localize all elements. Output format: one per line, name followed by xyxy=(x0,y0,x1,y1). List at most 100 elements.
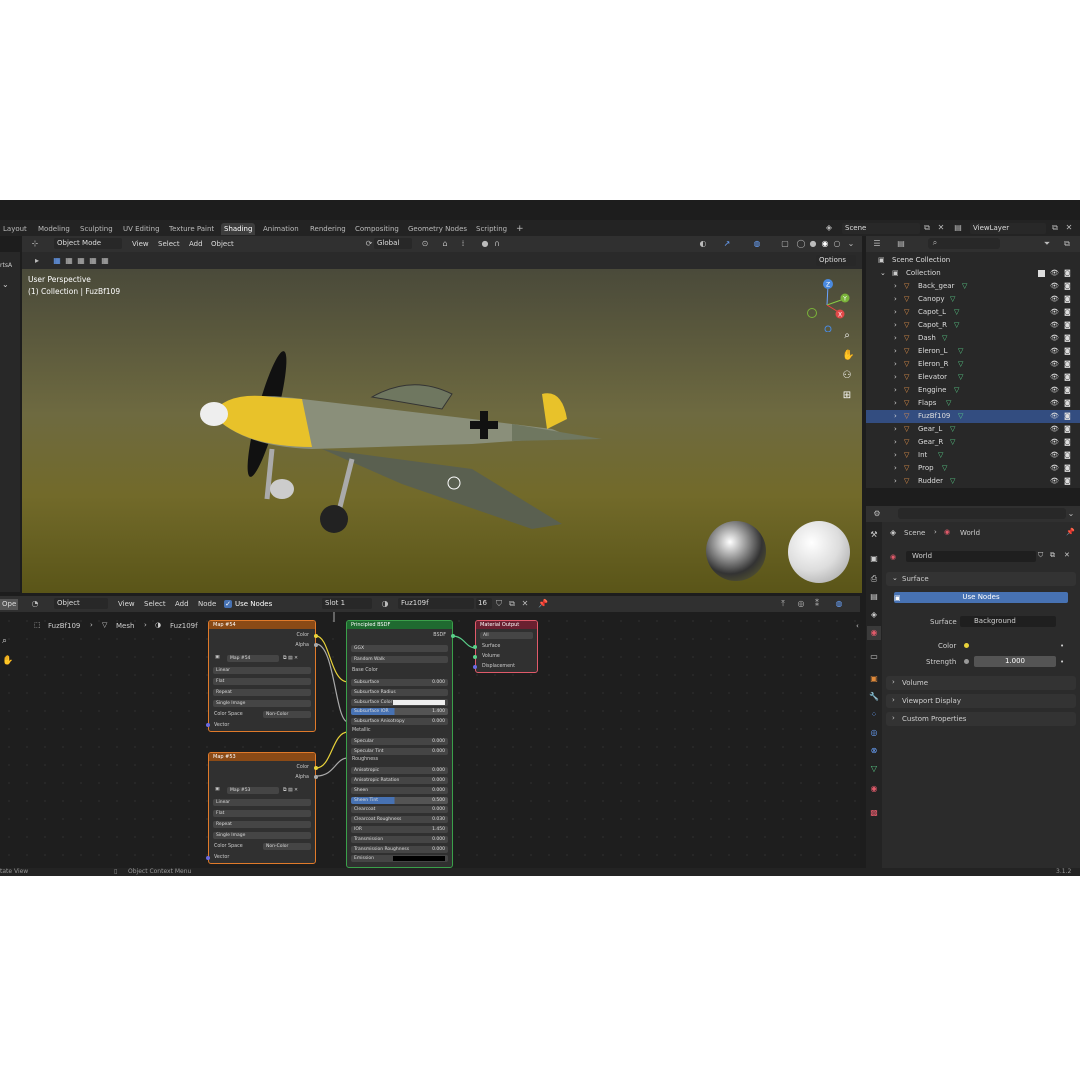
color-output-socket[interactable] xyxy=(314,766,318,770)
mesh-data-icon[interactable]: ▽ xyxy=(938,449,943,462)
render-camera-icon[interactable]: ◙ xyxy=(1064,384,1071,397)
displacement-input-socket[interactable] xyxy=(473,665,477,669)
chevron-right-icon[interactable]: › xyxy=(894,449,897,462)
color-swatch[interactable] xyxy=(393,699,445,705)
principled-bsdf-node[interactable]: Principled BSDF BSDF GGX Random Walk Bas… xyxy=(346,620,453,868)
outliner-item[interactable]: › ▽ Capot_R ▽ 👁 ◙ xyxy=(866,319,1080,332)
bsdf-input-field[interactable]: Specular 0.000 xyxy=(351,737,448,745)
editor-type-icon[interactable]: ⊹ xyxy=(30,239,40,249)
node-header[interactable]: Map #54 xyxy=(209,621,315,629)
viewport-menu-select[interactable]: Select xyxy=(158,239,180,250)
bsdf-input-field[interactable]: Subsurface 0.000 xyxy=(351,679,448,686)
breadcrumb-world[interactable]: World xyxy=(960,529,980,537)
transform-orientation-selector[interactable]: Global xyxy=(374,238,412,249)
proportional-edit-icon[interactable]: ● xyxy=(480,239,490,249)
outliner-item[interactable]: › ▽ Dash ▽ 👁 ◙ xyxy=(866,332,1080,345)
eye-icon[interactable]: 👁 xyxy=(1050,397,1059,410)
particles-tab-icon[interactable]: ⁘ xyxy=(867,708,881,722)
bsdf-input-field[interactable]: Emission xyxy=(351,855,448,863)
output-tab-icon[interactable]: ⎙ xyxy=(867,572,881,586)
properties-type-icon[interactable]: ⚙ xyxy=(872,509,882,519)
surface-shader-field[interactable]: Background xyxy=(960,616,1056,627)
constraints-tab-icon[interactable]: ⊗ xyxy=(867,744,881,758)
material-users-count[interactable]: 16 xyxy=(476,598,492,609)
render-camera-icon[interactable]: ◙ xyxy=(1064,358,1071,371)
bsdf-input-field[interactable]: Clearcoat 0.000 xyxy=(351,806,448,814)
collection-tab-icon[interactable]: ▭ xyxy=(867,650,881,664)
visibility-icon[interactable]: ◐ xyxy=(698,239,708,249)
mesh-data-icon[interactable]: ▽ xyxy=(942,332,947,345)
pin-icon[interactable]: 📌 xyxy=(538,599,548,609)
mesh-data-icon[interactable]: ▽ xyxy=(946,397,951,410)
custom-properties-panel-header[interactable]: › Custom Properties xyxy=(886,712,1076,726)
scene-selector[interactable]: Scene xyxy=(842,223,920,234)
bsdf-input-field[interactable]: Subsurface Anisotropy 0.000 xyxy=(351,718,448,726)
mesh-data-icon[interactable]: ▽ xyxy=(954,384,959,397)
strength-socket-icon[interactable] xyxy=(964,659,969,664)
pan-hand-icon[interactable]: ✋ xyxy=(842,351,854,361)
bsdf-input-field[interactable]: Sheen 0.000 xyxy=(351,786,448,794)
zoom-icon[interactable]: ⌕ xyxy=(842,331,852,341)
mesh-data-icon[interactable]: ▽ xyxy=(950,436,955,449)
snap-icon[interactable]: ⌂ xyxy=(440,239,450,249)
bsdf-input-field[interactable]: Specular Tint 0.000 xyxy=(351,747,448,755)
3d-viewport[interactable]: User Perspective (1) Collection | FuzBf1… xyxy=(22,269,862,593)
eye-icon[interactable]: 👁 xyxy=(1050,410,1059,423)
delete-scene-icon[interactable]: ✕ xyxy=(936,223,946,233)
eye-icon[interactable]: 👁 xyxy=(1050,319,1059,332)
overlay-icon[interactable]: ◍ xyxy=(752,239,762,249)
node-menu-node[interactable]: Node xyxy=(198,599,216,610)
mesh-data-icon[interactable]: ▽ xyxy=(950,475,955,488)
outliner-scene-collection[interactable]: ▣ Scene Collection xyxy=(866,254,1080,267)
render-camera-icon[interactable]: ◙ xyxy=(1064,371,1071,384)
image-browse-icon[interactable]: ▣ xyxy=(215,787,220,792)
distribution-dropdown[interactable]: GGX xyxy=(351,645,448,652)
mesh-data-icon[interactable]: ▽ xyxy=(950,423,955,436)
vector-input-socket[interactable] xyxy=(206,856,210,860)
bsdf-input-field[interactable]: Transmission Roughness 0.000 xyxy=(351,845,448,853)
use-nodes-button[interactable]: Use Nodes xyxy=(894,592,1068,603)
color-socket-icon[interactable] xyxy=(964,643,969,648)
mesh-data-icon[interactable]: ▽ xyxy=(958,358,963,371)
surface-input-socket[interactable] xyxy=(473,645,477,649)
gizmo-icon[interactable]: ↗ xyxy=(722,239,732,249)
data-tab-icon[interactable]: ▽ xyxy=(867,762,881,776)
outliner-collection[interactable]: ⌄ ▣ Collection 👁 ◙ xyxy=(866,267,1080,280)
mesh-data-icon[interactable]: ▽ xyxy=(958,345,963,358)
snap-icon[interactable]: ⤒ xyxy=(778,599,788,609)
world-tab-icon[interactable]: ◉ xyxy=(867,626,881,640)
material-tab-icon[interactable]: ◉ xyxy=(867,782,881,796)
chevron-right-icon[interactable]: › xyxy=(894,358,897,371)
snap-settings-icon[interactable]: ⁞ xyxy=(458,239,468,249)
aircraft-model[interactable] xyxy=(172,319,612,549)
tab-scripting[interactable]: Scripting xyxy=(473,223,510,235)
breadcrumb-scene[interactable]: Scene xyxy=(904,529,925,537)
mesh-data-icon[interactable]: ▽ xyxy=(958,410,963,423)
chevron-right-icon[interactable]: › xyxy=(894,293,897,306)
mesh-data-icon[interactable]: ▽ xyxy=(958,371,963,384)
eye-icon[interactable]: 👁 xyxy=(1050,371,1059,384)
render-camera-icon[interactable]: ◙ xyxy=(1064,475,1071,488)
outliner-item[interactable]: › ▽ Prop ▽ 👁 ◙ xyxy=(866,462,1080,475)
view-layer-selector[interactable]: ViewLayer xyxy=(970,223,1046,234)
physics-tab-icon[interactable]: ◎ xyxy=(867,726,881,740)
chevron-down-icon[interactable]: ⌄ xyxy=(2,280,9,289)
bsdf-input-field[interactable]: Anisotropic 0.000 xyxy=(351,767,448,775)
color-output-socket[interactable] xyxy=(314,634,318,638)
chevron-right-icon[interactable]: › xyxy=(894,410,897,423)
eye-icon[interactable]: 👁 xyxy=(1050,267,1059,280)
material-output-node[interactable]: Material Output All Surface Volume Displ… xyxy=(475,620,538,673)
chevron-right-icon[interactable]: › xyxy=(894,462,897,475)
outliner-item[interactable]: › ▽ Enggine ▽ 👁 ◙ xyxy=(866,384,1080,397)
use-nodes-checkbox[interactable]: ✓ xyxy=(224,600,232,608)
extension-dropdown[interactable]: Repeat xyxy=(213,821,311,828)
use-nodes-toggle-label[interactable]: Use Nodes xyxy=(235,599,272,610)
tab-shading[interactable]: Shading xyxy=(221,223,256,235)
navigation-gizmo[interactable]: Z Y X xyxy=(802,277,852,332)
select-invert-icon[interactable]: ▦ xyxy=(88,256,98,266)
chevron-right-icon[interactable]: › xyxy=(894,384,897,397)
xray-icon[interactable]: ▢ xyxy=(780,239,790,249)
outliner-item[interactable]: › ▽ Flaps ▽ 👁 ◙ xyxy=(866,397,1080,410)
render-camera-icon[interactable]: ◙ xyxy=(1064,436,1071,449)
select-extend-icon[interactable]: ▦ xyxy=(64,256,74,266)
